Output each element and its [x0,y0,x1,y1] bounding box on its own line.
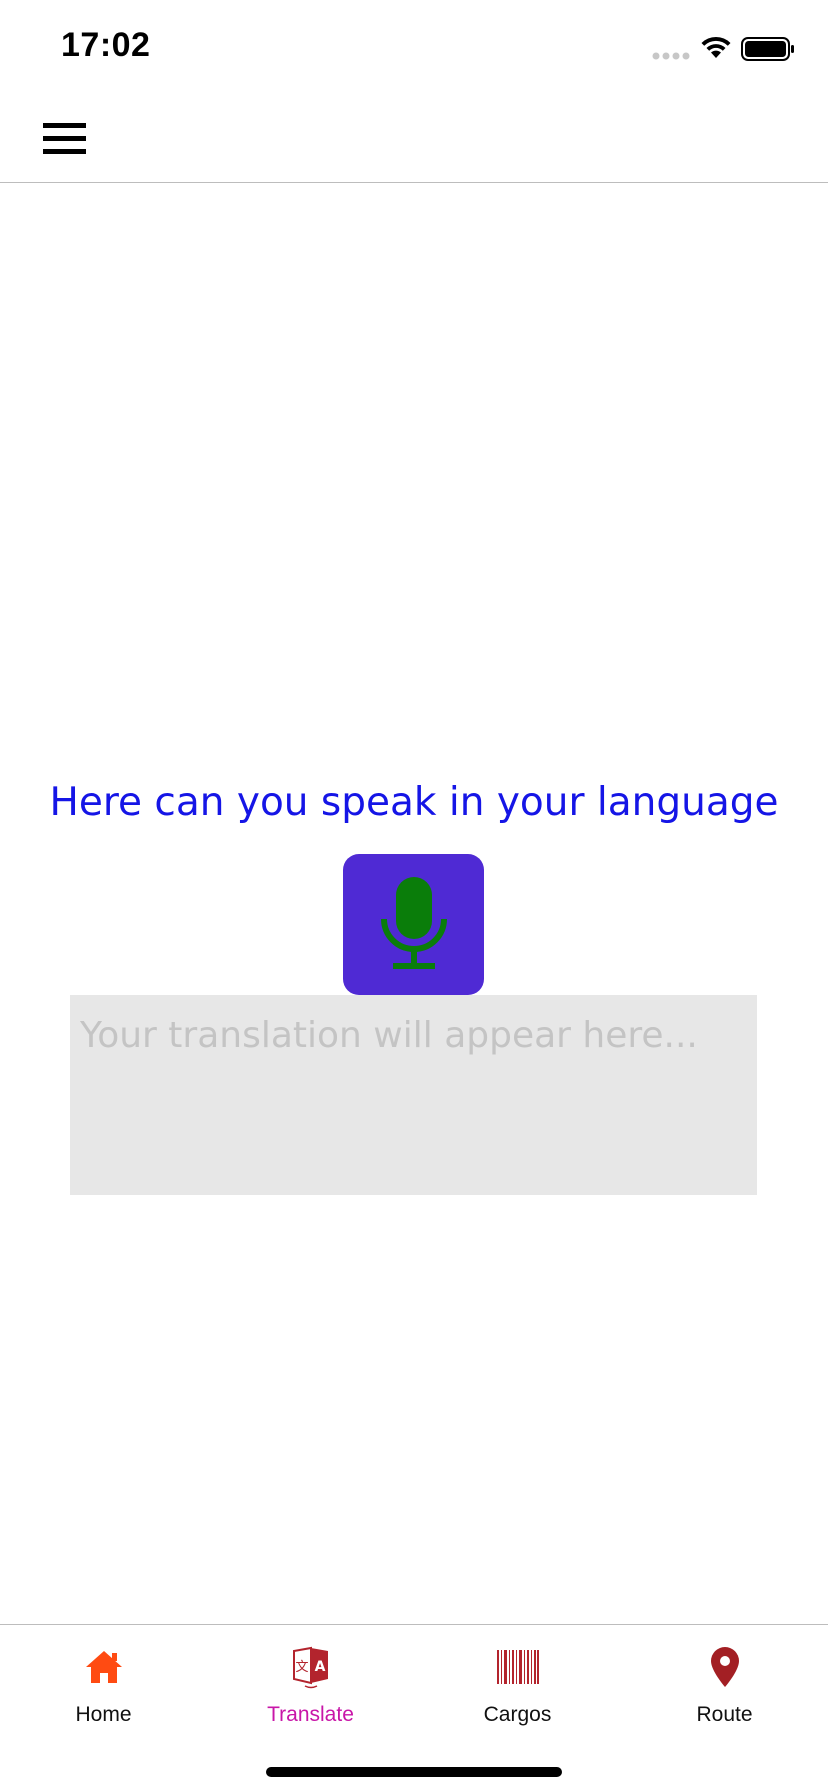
tab-translate-label: Translate [267,1703,354,1726]
status-time: 17:02 [61,26,151,64]
hamburger-menu-icon [42,123,86,154]
tab-route-label: Route [696,1703,753,1726]
tab-home[interactable]: Home [0,1643,207,1743]
tab-cargos[interactable]: Cargos [414,1643,621,1743]
svg-text:A: A [314,1659,325,1675]
map-pin-icon [701,1643,749,1691]
translate-icon: 文 A [287,1643,335,1691]
barcode-icon [494,1643,542,1691]
status-bar: 17:02 [0,0,828,100]
tab-cargos-label: Cargos [483,1703,552,1726]
battery-icon [741,37,794,61]
wifi-icon [701,36,731,58]
microphone-icon [380,876,447,969]
tab-translate[interactable]: 文 A Translate [207,1643,414,1743]
menu-button[interactable] [34,114,94,164]
speak-prompt-text: Here can you speak in your language [49,780,779,825]
home-icon [80,1643,128,1691]
microphone-button[interactable] [343,854,484,995]
svg-text:文: 文 [295,1660,308,1675]
translation-placeholder: Your translation will appear here... [80,1015,698,1056]
home-indicator [266,1767,562,1777]
translation-output-box[interactable]: Your translation will appear here... [70,995,757,1195]
signal-dots-icon [652,52,690,60]
top-nav-bar [0,100,828,183]
tab-route[interactable]: Route [621,1643,828,1743]
tab-home-label: Home [75,1703,132,1726]
